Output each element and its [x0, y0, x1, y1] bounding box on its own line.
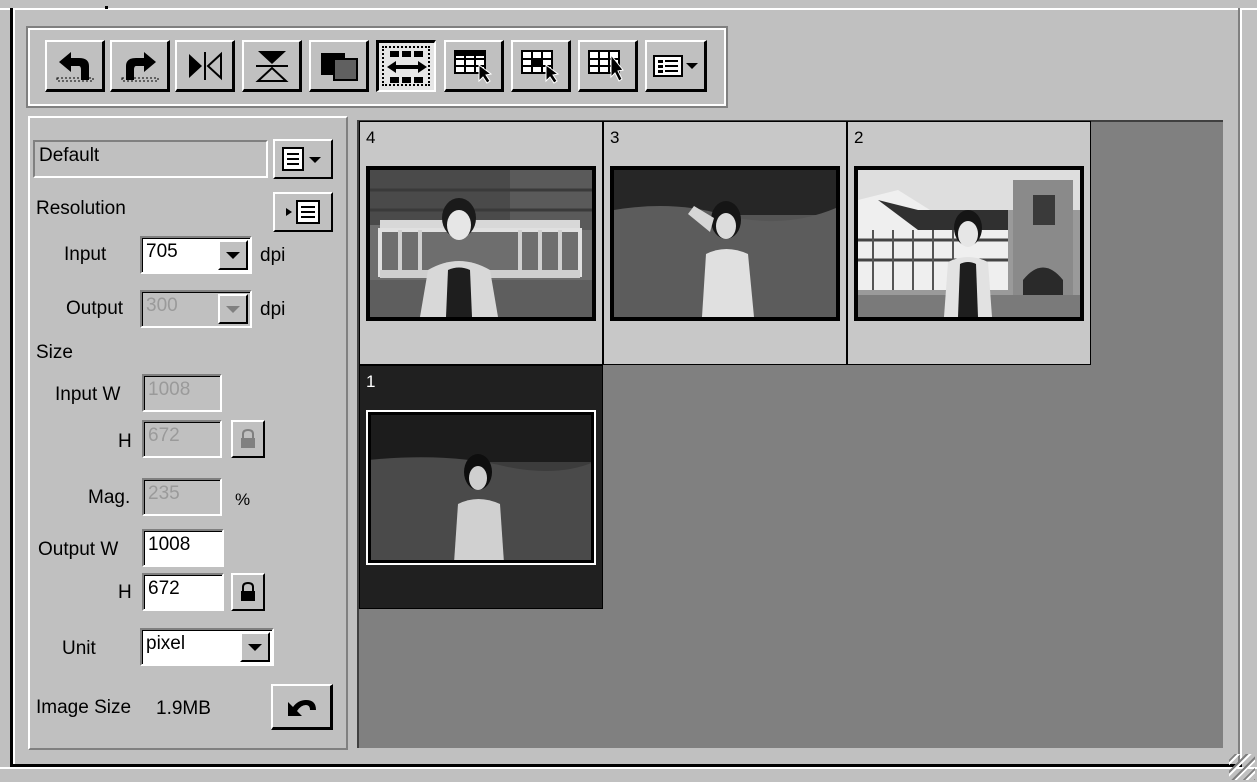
unit-value: pixel — [146, 633, 186, 654]
input-dpi-label: Input — [64, 244, 107, 265]
magnification-field: 235 — [142, 478, 222, 516]
magnification-label: Mag. — [88, 487, 131, 508]
image-size-label: Image Size — [36, 697, 132, 718]
input-height-label: H — [118, 431, 132, 452]
output-height-label: H — [118, 582, 132, 603]
window-top-edge — [0, 0, 1257, 10]
chevron-down-icon[interactable] — [240, 632, 270, 662]
input-height-field: 672 — [142, 420, 222, 458]
grid-cursor-icon — [520, 49, 559, 84]
input-dpi-value: 705 — [146, 241, 178, 262]
list-expand-icon — [286, 200, 320, 224]
grid-view-3-button[interactable] — [578, 40, 638, 92]
window-right-edge — [1240, 8, 1242, 766]
horizontal-arrows-icon — [386, 50, 427, 83]
thumbnail-layout-button[interactable] — [376, 40, 436, 92]
input-width-field: 1008 — [142, 374, 222, 412]
undo-icon — [287, 699, 316, 716]
input-width-label: Input W — [55, 384, 121, 405]
lock-icon — [241, 581, 255, 601]
output-width-label: Output W — [38, 539, 119, 560]
thumbnail-number: 1 — [366, 372, 376, 391]
thumbnail-4[interactable]: 4 — [359, 121, 603, 365]
grid-view-1-button[interactable] — [444, 40, 504, 92]
flip-horizontal-icon — [188, 51, 222, 80]
thumbnail-image-park — [610, 166, 840, 321]
overlap-squares-icon — [320, 52, 358, 81]
resolution-label: Resolution — [36, 198, 126, 219]
status-bar — [0, 767, 1257, 782]
unit-label: Unit — [62, 638, 96, 659]
thumbnail-image-lawn — [366, 410, 596, 565]
output-dpi-value: 300 — [146, 295, 178, 316]
output-dpi-select: 300 — [140, 290, 252, 328]
rotate-left-icon — [56, 51, 93, 81]
thumbnail-number: 4 — [366, 128, 376, 147]
list-dropdown-icon — [652, 54, 698, 77]
thumbnail-2[interactable]: 2 — [847, 121, 1091, 365]
thumbnail-image-bench — [366, 166, 596, 321]
input-dpi-unit: dpi — [260, 245, 286, 266]
thumbnail-1[interactable]: 1 — [359, 365, 603, 609]
grid-cursor-icon — [587, 49, 624, 82]
list-dropdown-icon — [282, 147, 321, 171]
rotate-left-button[interactable] — [45, 40, 105, 92]
thumbnail-image-building — [854, 166, 1084, 321]
rotate-right-icon — [121, 51, 158, 81]
unit-select[interactable]: pixel — [140, 628, 274, 666]
chevron-down-icon[interactable] — [218, 240, 248, 270]
thumbnail-3[interactable]: 3 — [603, 121, 847, 365]
reset-button[interactable] — [271, 684, 333, 730]
grid-cursor-icon — [453, 49, 492, 84]
output-width-field[interactable]: 1008 — [142, 529, 224, 567]
flip-vertical-button[interactable] — [242, 40, 302, 92]
frame-mark — [105, 6, 108, 9]
output-dpi-label: Output — [66, 298, 124, 319]
resize-grip-icon[interactable] — [1229, 754, 1255, 780]
negative-positive-button[interactable] — [309, 40, 369, 92]
output-height-field[interactable]: 672 — [142, 573, 224, 611]
thumbnail-number: 2 — [854, 128, 864, 147]
input-aspect-lock-button — [231, 420, 265, 458]
lock-icon — [241, 428, 255, 448]
output-aspect-lock-button[interactable] — [231, 573, 265, 611]
thumbnail-number: 3 — [610, 128, 620, 147]
preset-field[interactable]: Default — [33, 140, 268, 178]
input-dpi-select[interactable]: 705 — [140, 236, 252, 274]
resolution-menu-button[interactable] — [273, 192, 333, 232]
rotate-right-button[interactable] — [110, 40, 170, 92]
window-left-highlight — [13, 8, 15, 766]
size-label: Size — [36, 342, 73, 363]
magnification-unit: % — [235, 490, 251, 509]
output-dpi-unit: dpi — [260, 299, 286, 320]
image-size-value: 1.9MB — [156, 698, 211, 719]
preset-menu-button[interactable] — [273, 139, 333, 179]
chevron-down-icon — [218, 294, 248, 324]
view-options-dropdown[interactable] — [645, 40, 707, 92]
grid-view-2-button[interactable] — [511, 40, 571, 92]
flip-horizontal-button[interactable] — [175, 40, 235, 92]
flip-vertical-icon — [254, 50, 289, 82]
